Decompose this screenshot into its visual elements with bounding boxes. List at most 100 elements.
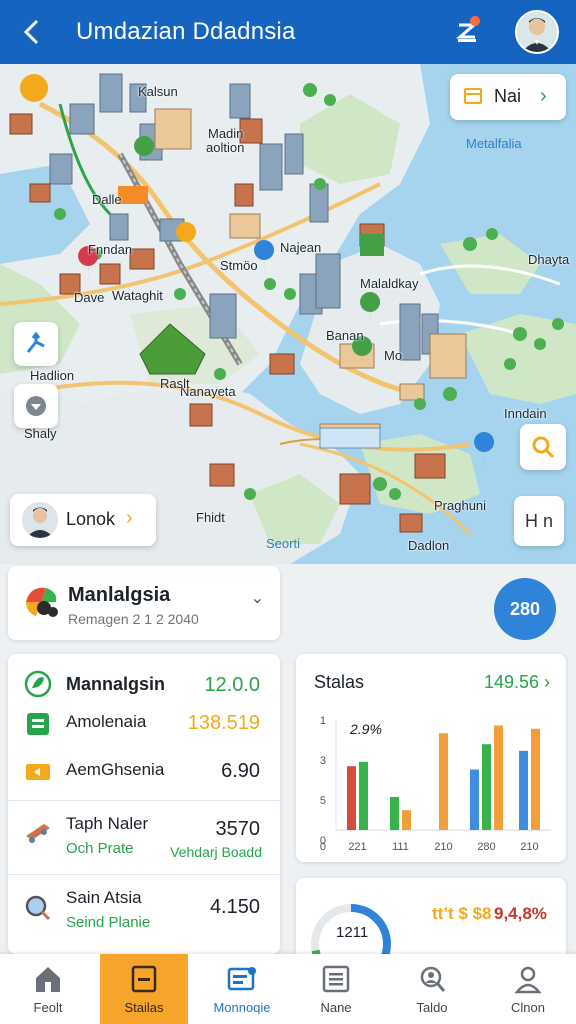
- chart-bar: [482, 744, 491, 830]
- top-map-card-label: Nai: [494, 86, 522, 106]
- list-item-title: Amolenaia: [66, 712, 147, 731]
- chart-bar: [347, 766, 356, 830]
- list-item[interactable]: AemGhsenia 6.90: [8, 754, 280, 794]
- nav-label: Stailas: [124, 1000, 164, 1015]
- map-label: Praghuni: [434, 498, 487, 513]
- y-tick-label: 3: [320, 755, 326, 767]
- list-item-value: 12.0.0: [204, 674, 260, 696]
- map-label: Inndain: [504, 406, 547, 421]
- chevron-left-icon: [23, 20, 38, 44]
- map-label: Banan: [326, 328, 364, 343]
- donut-value: 1211: [336, 924, 369, 941]
- nav-label: Clnon: [511, 1000, 545, 1015]
- list-item-title: Sain Atsia: [66, 888, 142, 907]
- nav-profile[interactable]: Clnon: [480, 954, 576, 1024]
- map-label: Shaly: [24, 426, 57, 441]
- nav-label: Feolt: [33, 1000, 63, 1015]
- x-tick-label: 210: [434, 841, 452, 853]
- top-map-card[interactable]: Nai ›: [450, 74, 566, 120]
- list-item[interactable]: Sain Atsia Seind Planie 4.150: [8, 886, 280, 946]
- divider: [8, 800, 280, 801]
- chart-annotation: 2.9%: [349, 721, 382, 737]
- measure-label: H n: [524, 510, 553, 531]
- user-chip-label: Lonok: [66, 509, 116, 529]
- avatar-image: [517, 12, 557, 52]
- layers-button[interactable]: [14, 384, 58, 428]
- x-tick-label: 280: [477, 841, 495, 853]
- map-label: Fhidt: [196, 510, 225, 525]
- user-location-chip[interactable]: Lonok ›: [10, 494, 156, 546]
- nav-news[interactable]: Monnoqie: [194, 954, 290, 1024]
- nav-home[interactable]: Feolt: [0, 954, 96, 1024]
- chart-bar: [439, 733, 448, 830]
- map-label: Dhayta: [528, 252, 570, 267]
- list-item[interactable]: Amolenaia 138.519: [8, 706, 280, 746]
- origin-label: 0: [320, 841, 326, 853]
- news-icon: [227, 967, 256, 991]
- leaf-icon: [24, 670, 52, 698]
- location-logo-icon: [26, 587, 58, 617]
- donut-chart: [311, 904, 391, 958]
- home-icon: [36, 967, 60, 992]
- x-tick-label: 210: [520, 841, 538, 853]
- map-label: Seorti: [266, 536, 300, 551]
- nav-label: Nane: [320, 1000, 352, 1015]
- directions-button[interactable]: [14, 322, 58, 366]
- search-person-icon: [420, 966, 446, 992]
- user-avatar: [22, 502, 58, 538]
- list-item-value: 4.150: [209, 896, 260, 918]
- chevron-down-icon[interactable]: ⌄: [251, 588, 264, 608]
- donut-label-b: 9,4,8%: [494, 904, 547, 923]
- nav-list[interactable]: Nane: [288, 954, 384, 1024]
- back-button[interactable]: [16, 14, 46, 50]
- x-tick-label: 111: [392, 841, 409, 853]
- nav-label: Taldo: [416, 1000, 448, 1015]
- map-label: Metalfalia: [466, 136, 522, 151]
- chart-bar: [402, 810, 411, 830]
- transit-icon: [26, 824, 50, 843]
- map-label: Mo: [384, 348, 403, 363]
- transport-button[interactable]: [448, 14, 486, 50]
- profile-avatar[interactable]: [515, 10, 559, 54]
- list-item-secondary-value: Vehdarj Boadd: [170, 844, 262, 860]
- map-label: Wataghit: [112, 288, 163, 303]
- nav-search-person[interactable]: Taldo: [384, 954, 480, 1024]
- donut-card[interactable]: 1211 tt’t $ $8 9,4,8%: [296, 878, 566, 958]
- map-label: Hadlion: [30, 368, 75, 383]
- calendar-icon: [464, 88, 482, 104]
- map-label: Kalsun: [138, 84, 178, 99]
- ticket-icon: [26, 764, 50, 780]
- stats-list: Mannalgsin 12.0.0 Amolenaia 138.519 AemG…: [8, 654, 280, 954]
- search-map-button[interactable]: [520, 424, 566, 470]
- nav-stats[interactable]: Stailas: [100, 954, 188, 1024]
- list-item[interactable]: Taph Naler Och Prate 3570 Vehdarj Boadd: [8, 810, 280, 872]
- map-label: Fnndan: [88, 242, 133, 257]
- list-item-value: 3570: [215, 818, 261, 840]
- divider: [8, 874, 280, 875]
- measure-button[interactable]: H n: [514, 496, 564, 546]
- page-title: Umdazian Ddadnsia: [76, 18, 296, 45]
- city-map[interactable]: Kalsun Madin aoltion Dalle Fnndan Dave W…: [0, 64, 576, 564]
- x-tick-label: 221: [348, 841, 366, 853]
- chart-bar: [494, 725, 503, 830]
- map-label: Dadlon: [408, 538, 450, 553]
- search-icon: [532, 436, 555, 459]
- map-label: Najean: [280, 240, 322, 255]
- list-item[interactable]: Mannalgsin 12.0.0: [8, 668, 280, 708]
- donut-label-a: tt’t $ $8: [432, 904, 492, 923]
- list-icon: [322, 965, 350, 993]
- list-item-value: 6.90: [221, 760, 260, 782]
- location-name: Manlalgsia: [68, 584, 171, 606]
- chevron-right-icon: ›: [540, 85, 547, 107]
- location-subtitle: Remagen 2 1 2 2040: [68, 611, 199, 627]
- count-badge-button[interactable]: 280: [494, 578, 556, 640]
- location-card[interactable]: Manlalgsia Remagen 2 1 2 2040 ⌄: [8, 566, 280, 640]
- map-label: Malaldkay: [360, 276, 419, 291]
- map-label: Madin: [208, 126, 244, 141]
- magnifier-icon: [25, 895, 51, 921]
- y-tick-label: 1: [320, 715, 326, 727]
- bottom-navigation: Feolt Stailas Monnoqie Nane Taldo Clnon: [0, 954, 576, 1024]
- list-item-value: 138.519: [187, 712, 260, 734]
- stats-chart-card[interactable]: Stalas 149.56 › 0 5 3 1 2.9% 221 111 210 280 210 0: [296, 654, 566, 862]
- list-item-subtitle: Seind Planie: [66, 914, 151, 931]
